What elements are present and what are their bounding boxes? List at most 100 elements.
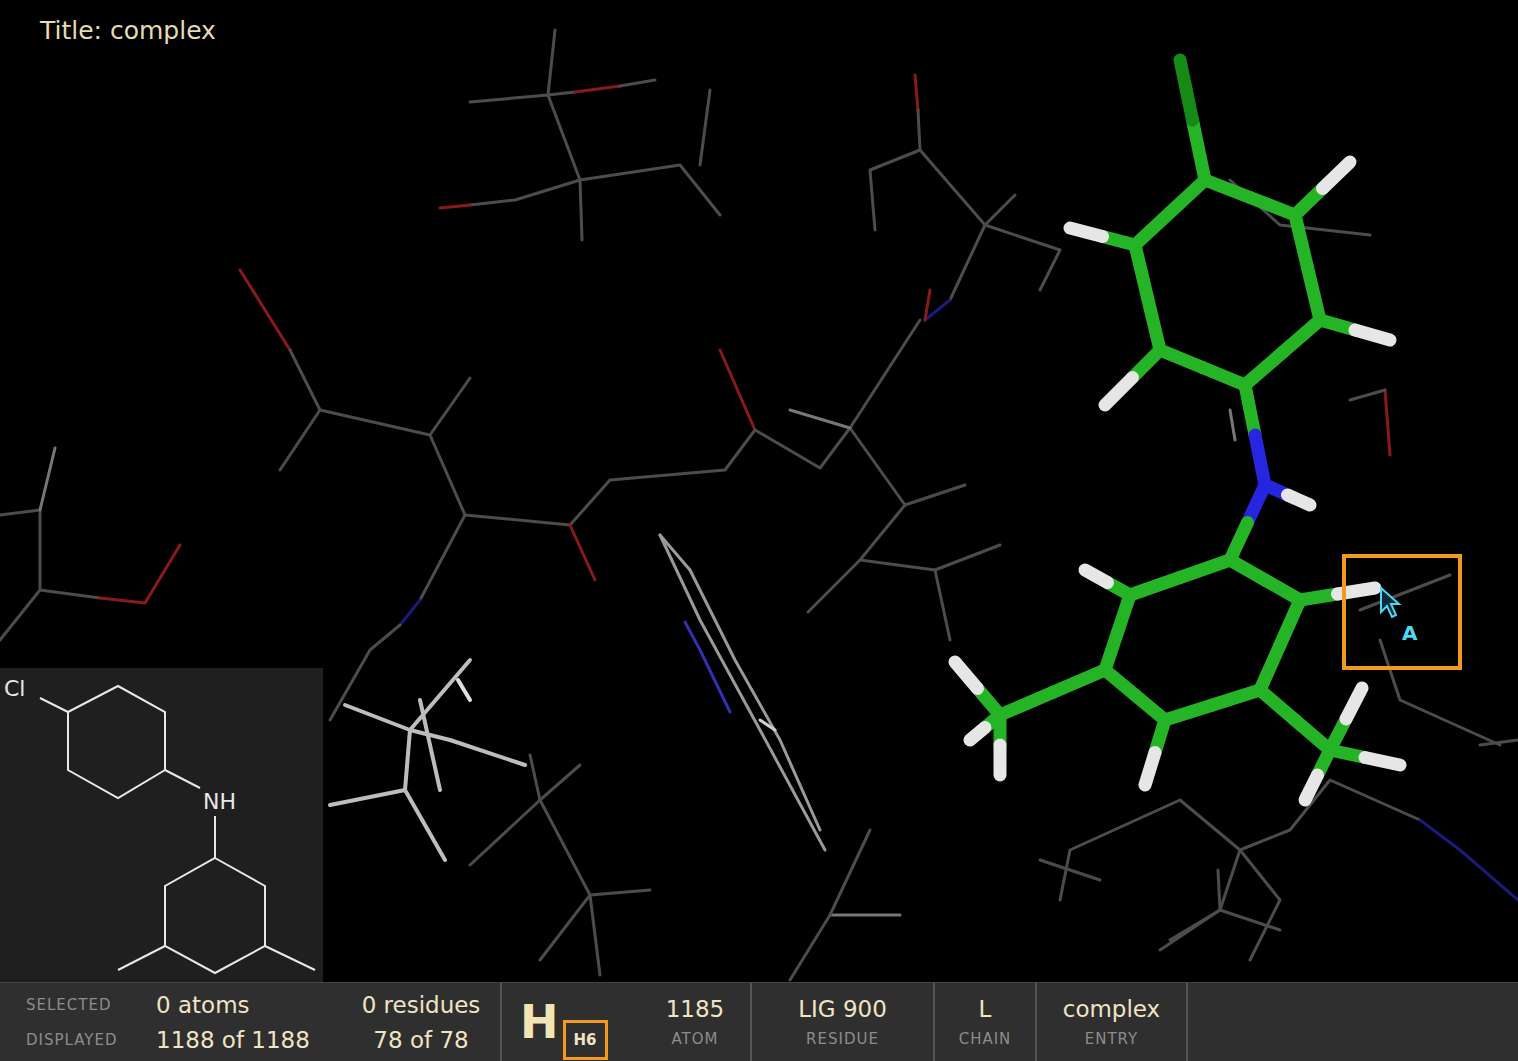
residue-bond bbox=[458, 680, 470, 700]
amine-label: NH bbox=[203, 789, 236, 814]
ligand-bond bbox=[1135, 180, 1205, 245]
field-label: CHAIN bbox=[959, 1030, 1012, 1048]
protein-bond bbox=[470, 800, 650, 895]
ligand-bond bbox=[1245, 320, 1320, 385]
ligand-bond bbox=[1145, 720, 1165, 785]
atom-count: 1188 of 1188 bbox=[156, 1027, 341, 1053]
protein-bond bbox=[790, 915, 830, 980]
atom-name: H6 bbox=[563, 1020, 608, 1060]
ligand-bond bbox=[1260, 690, 1330, 750]
protein-bond bbox=[1350, 390, 1385, 400]
protein-bond bbox=[540, 895, 590, 960]
protein-bond bbox=[700, 90, 710, 165]
protein-bond bbox=[330, 625, 400, 720]
protein-bond bbox=[320, 378, 470, 435]
residue-count: 78 of 78 bbox=[341, 1027, 501, 1053]
element-symbol: H bbox=[520, 999, 559, 1045]
residue-bond bbox=[660, 535, 690, 570]
residue-bond bbox=[660, 535, 825, 850]
ligand-bond bbox=[1320, 320, 1390, 340]
ligand-bond bbox=[1000, 670, 1105, 715]
viewer-title: Title: complex bbox=[40, 16, 216, 45]
protein-bond bbox=[1420, 820, 1518, 900]
protein-bond bbox=[470, 180, 580, 205]
protein-bond bbox=[1385, 390, 1390, 455]
protein-bond bbox=[830, 914, 900, 917]
cursor-label: A bbox=[1402, 621, 1418, 645]
residue-bond bbox=[330, 790, 405, 805]
protein-bond bbox=[540, 765, 580, 800]
protein-bond bbox=[720, 350, 755, 430]
ligand-bond bbox=[1230, 485, 1265, 560]
protein-bond bbox=[1220, 910, 1280, 930]
residue-bond bbox=[420, 700, 440, 790]
protein-bond bbox=[1230, 410, 1235, 440]
protein-bond bbox=[420, 515, 465, 600]
status-field: LIG 900RESIDUE bbox=[750, 983, 933, 1061]
protein-bond bbox=[925, 290, 930, 320]
3d-viewport[interactable]: A Title: complex Cl NH bbox=[0, 0, 1518, 982]
protein-bond bbox=[1170, 870, 1220, 940]
protein-bond bbox=[470, 95, 720, 215]
protein-bond bbox=[590, 895, 600, 975]
protein-bond bbox=[918, 110, 1015, 225]
status-bar: SELECTED0 atoms0 residuesDISPLAYED1188 o… bbox=[0, 982, 1518, 1061]
ligand-bond bbox=[1295, 215, 1320, 320]
atom-count: 0 atoms bbox=[156, 992, 341, 1018]
ring-2d bbox=[165, 858, 265, 973]
protein-bond bbox=[100, 545, 180, 603]
molecule-viewer: A Title: complex Cl NH SELECTED0 atoms0 resi… bbox=[0, 0, 1518, 1061]
field-label: ATOM bbox=[671, 1030, 718, 1048]
ligand-bond bbox=[1105, 350, 1160, 405]
ligand[interactable] bbox=[955, 60, 1400, 800]
residue-bond bbox=[685, 622, 730, 712]
ligand-bond bbox=[1300, 588, 1375, 600]
status-field: 1185ATOM bbox=[640, 983, 750, 1061]
protein-bond bbox=[755, 320, 920, 468]
protein-bond bbox=[440, 205, 470, 208]
field-value: complex bbox=[1063, 996, 1160, 1022]
protein-bond bbox=[1240, 850, 1280, 960]
protein-bond bbox=[570, 525, 595, 580]
protein-bond bbox=[40, 448, 55, 510]
atom-section: HH6 1185ATOM bbox=[500, 983, 750, 1061]
ligand-bond bbox=[1295, 162, 1350, 215]
structure-2d: Cl NH bbox=[0, 668, 323, 982]
protein-bond bbox=[1040, 860, 1100, 880]
protein-bond bbox=[620, 80, 655, 86]
ligand-bond bbox=[1245, 385, 1265, 485]
ligand-bond bbox=[1265, 485, 1310, 505]
protein-bond bbox=[40, 590, 100, 598]
protein-bond bbox=[1380, 640, 1500, 745]
status-field: complexENTRY bbox=[1035, 983, 1188, 1061]
protein-bond bbox=[870, 150, 920, 230]
protein-bond bbox=[575, 86, 620, 92]
ligand-bond bbox=[1000, 715, 1001, 775]
ligand-bond bbox=[1180, 60, 1205, 180]
protein-bond bbox=[1480, 740, 1518, 745]
counts-section: SELECTED0 atoms0 residuesDISPLAYED1188 o… bbox=[0, 983, 500, 1061]
ligand-bond bbox=[1070, 228, 1135, 245]
protein-bond bbox=[808, 560, 860, 612]
chlorine-label: Cl bbox=[4, 676, 25, 701]
ligand-bond bbox=[1135, 245, 1160, 350]
field-value: LIG 900 bbox=[798, 996, 887, 1022]
ligand-bond bbox=[1230, 560, 1300, 600]
ligand-bond bbox=[1130, 560, 1230, 595]
protein-bond bbox=[430, 430, 755, 525]
protein-bond bbox=[950, 225, 985, 300]
ligand-bond bbox=[1330, 688, 1362, 750]
cursor-icon bbox=[1381, 588, 1399, 617]
protein-bond bbox=[400, 600, 420, 625]
residue-bond bbox=[405, 730, 445, 860]
protein-bond bbox=[548, 30, 555, 95]
ligand-bond bbox=[1165, 690, 1260, 720]
count-label: SELECTED bbox=[26, 996, 156, 1014]
ligand-bond bbox=[1260, 600, 1300, 690]
protein-bond bbox=[935, 570, 950, 640]
protein-bond bbox=[915, 75, 918, 110]
protein-bond bbox=[0, 510, 40, 640]
protein-bond bbox=[850, 428, 965, 505]
ligand-bond bbox=[1105, 670, 1165, 720]
protein-bond bbox=[280, 350, 320, 470]
